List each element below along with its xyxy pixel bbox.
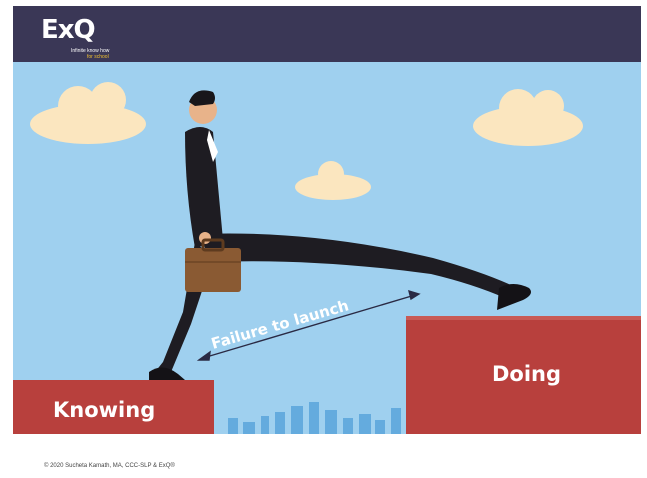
footer: © 2020 Sucheta Kamath, MA, CCC-SLP & ExQ… [13,434,641,472]
logo-tagline-accent: for school [87,54,109,60]
knowing-label: Knowing [53,398,155,422]
slide: ExQ Infinite know how for school Failure… [13,6,641,472]
illustration: Failure to launch Knowing Doing [13,62,641,434]
logo-mark: ExQ [41,15,96,45]
exq-logo: ExQ Infinite know how for school [41,15,131,60]
doing-label: Doing [492,362,561,386]
header-bar: ExQ Infinite know how for school [13,6,641,62]
copyright-text: © 2020 Sucheta Kamath, MA, CCC-SLP & ExQ… [44,463,175,469]
